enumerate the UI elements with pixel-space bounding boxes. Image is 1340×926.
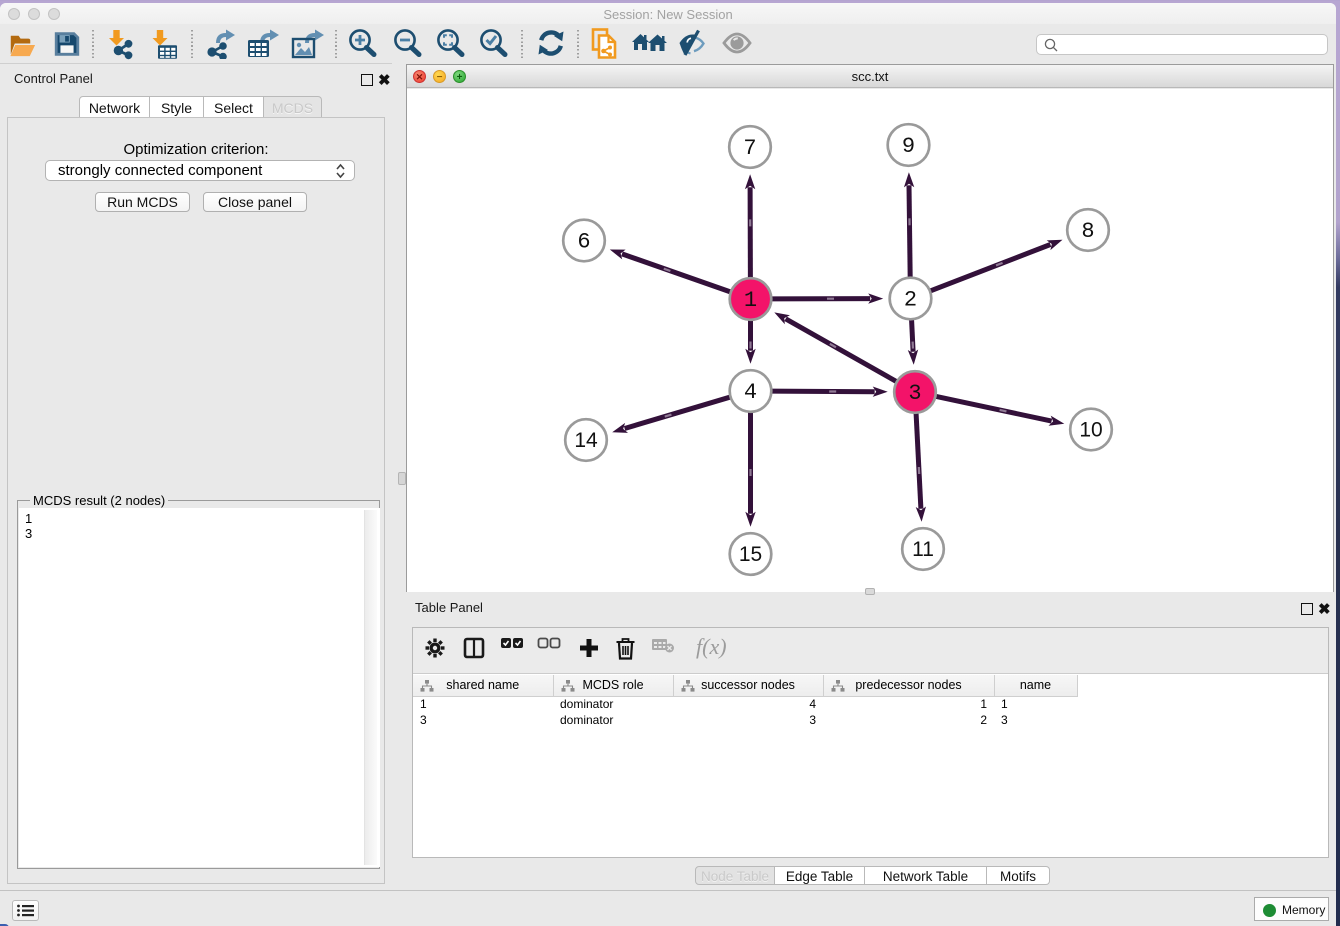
svg-text:3: 3	[908, 381, 921, 406]
svg-text:14: 14	[574, 429, 598, 452]
svg-text:15: 15	[739, 543, 762, 566]
svg-text:1: 1	[744, 288, 757, 313]
svg-text:9: 9	[902, 134, 915, 159]
svg-text:6: 6	[577, 230, 590, 255]
svg-text:8: 8	[1081, 219, 1094, 244]
svg-text:7: 7	[743, 136, 756, 161]
svg-text:11: 11	[912, 538, 934, 561]
svg-text:10: 10	[1079, 419, 1102, 442]
svg-text:4: 4	[744, 380, 757, 405]
svg-text:2: 2	[904, 288, 917, 313]
